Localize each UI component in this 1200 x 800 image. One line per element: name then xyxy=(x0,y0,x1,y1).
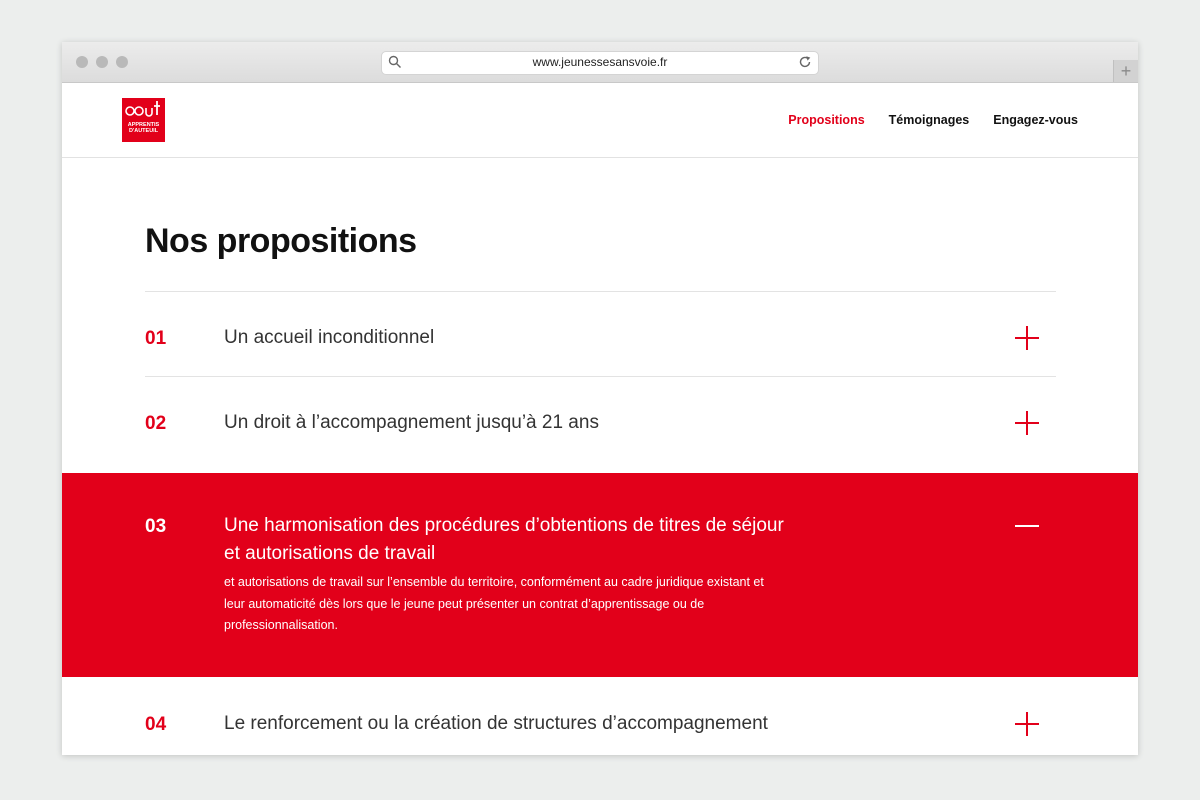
url-text: www.jeunessesansvoie.fr xyxy=(532,55,668,69)
proposition-number: 02 xyxy=(145,413,167,434)
proposition-number: 03 xyxy=(145,516,167,537)
logo-text: APPRENTIS D'AUTEUIL xyxy=(122,122,165,134)
new-tab-button[interactable]: + xyxy=(1113,60,1138,82)
window-maximize-button[interactable] xyxy=(116,56,128,68)
address-bar[interactable]: www.jeunessesansvoie.fr xyxy=(381,51,819,75)
main-nav: Propositions Témoignages Engagez-vous xyxy=(788,83,1078,157)
window-minimize-button[interactable] xyxy=(96,56,108,68)
site-header: APPRENTIS D'AUTEUIL Propositions Témoign… xyxy=(62,83,1138,158)
proposition-description: et autorisations de travail sur l’ensemb… xyxy=(224,575,764,632)
proposition-item-03[interactable]: 03 Une harmonisation des procédures d’ob… xyxy=(62,473,1138,677)
reload-icon[interactable] xyxy=(798,55,812,74)
logo-figures-icon xyxy=(125,101,160,117)
proposition-item-01[interactable]: 01 Un accueil inconditionnel xyxy=(62,292,1138,376)
proposition-title: Un accueil inconditionnel xyxy=(224,327,435,348)
proposition-item-02[interactable]: 02 Un droit à l’accompagnement jusqu’à 2… xyxy=(62,377,1138,473)
nav-link-engagez-vous[interactable]: Engagez-vous xyxy=(993,113,1078,127)
apprentis-auteuil-logo[interactable]: APPRENTIS D'AUTEUIL xyxy=(122,98,165,142)
proposition-item-04[interactable]: 04 Le renforcement ou la création de str… xyxy=(62,677,1138,755)
window-close-button[interactable] xyxy=(76,56,88,68)
expand-plus-icon[interactable] xyxy=(1014,410,1040,436)
page-title: Nos propositions xyxy=(145,222,417,260)
nav-link-temoignages[interactable]: Témoignages xyxy=(889,113,970,127)
proposition-number: 01 xyxy=(145,328,167,349)
nav-link-propositions[interactable]: Propositions xyxy=(788,113,864,127)
proposition-title: Une harmonisation des procédures d’obten… xyxy=(224,515,784,564)
proposition-title: Un droit à l’accompagnement jusqu’à 21 a… xyxy=(224,412,599,433)
browser-toolbar: www.jeunessesansvoie.fr + xyxy=(62,42,1138,83)
logo-text-line2: D'AUTEUIL xyxy=(128,128,159,134)
collapse-minus-icon[interactable] xyxy=(1014,513,1040,539)
proposition-title: Le renforcement ou la création de struct… xyxy=(224,713,768,734)
expand-plus-icon[interactable] xyxy=(1014,711,1040,737)
proposition-number: 04 xyxy=(145,714,167,735)
expand-plus-icon[interactable] xyxy=(1014,325,1040,351)
browser-window: www.jeunessesansvoie.fr + APPRENTIS D'AU… xyxy=(62,42,1138,755)
